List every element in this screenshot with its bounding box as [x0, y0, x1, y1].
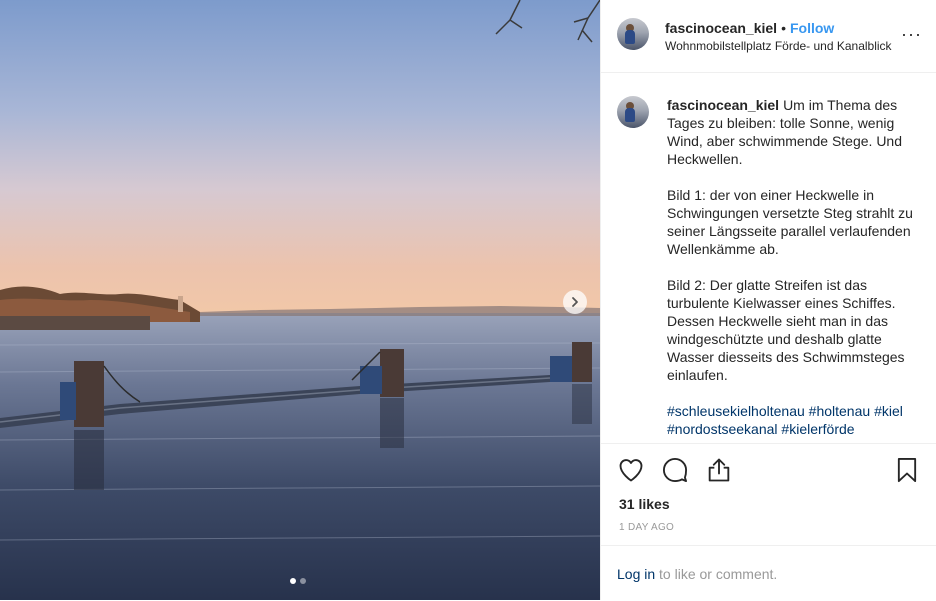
- next-slide-button[interactable]: [563, 290, 587, 314]
- post-header: fascinocean_kiel • Follow Wohnmobilstellpl…: [601, 0, 936, 73]
- caption-text-2: Bild 1: der von einer Heckwelle in Schwi…: [667, 187, 913, 257]
- hashtag-link[interactable]: #nordostseekanal: [667, 421, 778, 437]
- caption-hashtags: #schleusekielholtenau #holtenau #kiel #n…: [667, 402, 923, 438]
- hashtag-link[interactable]: #kielerförde: [781, 421, 854, 437]
- avatar[interactable]: [617, 18, 649, 50]
- hashtag-link[interactable]: #holtenau: [809, 403, 871, 419]
- harbor-sunset-image: [0, 0, 600, 600]
- carousel-dot: [300, 578, 306, 584]
- post-caption: fascinocean_kiel Um im Thema des Tages zu…: [667, 96, 923, 442]
- login-line: Log in to like or comment.: [617, 566, 777, 582]
- share-icon: [708, 458, 730, 482]
- login-prompt: Log in to like or comment.: [601, 545, 936, 601]
- likes-count[interactable]: 31 likes: [619, 496, 670, 512]
- comment-icon: [662, 457, 688, 483]
- username-link[interactable]: fascinocean_kiel: [665, 20, 777, 36]
- heart-icon: [619, 459, 643, 482]
- post-timestamp[interactable]: 1 DAY AGO: [619, 522, 674, 533]
- caption-username[interactable]: fascinocean_kiel: [667, 97, 779, 113]
- comment-button[interactable]: [661, 456, 689, 484]
- post-photo[interactable]: [0, 0, 600, 600]
- login-link[interactable]: Log in: [617, 566, 655, 582]
- comments-area[interactable]: fascinocean_kiel Um im Thema des Tages zu…: [601, 72, 936, 442]
- caption-text-3: Bild 2: Der glatte Streifen ist das turb…: [667, 277, 905, 383]
- share-button[interactable]: [705, 456, 733, 484]
- hashtag-link[interactable]: #schleusekielholtenau: [667, 403, 805, 419]
- follow-button[interactable]: Follow: [790, 20, 834, 36]
- caption-avatar[interactable]: [617, 96, 649, 128]
- like-button[interactable]: [617, 456, 645, 484]
- login-prompt-text: to like or comment.: [655, 566, 778, 582]
- save-button[interactable]: [893, 456, 921, 484]
- post-side-panel: fascinocean_kiel • Follow Wohnmobilstellpl…: [600, 0, 936, 600]
- post-actions: 31 likes 1 DAY AGO: [601, 443, 936, 546]
- carousel-indicator: [290, 578, 306, 584]
- header-user-line: fascinocean_kiel • Follow: [665, 20, 834, 36]
- carousel-dot-active: [290, 578, 296, 584]
- bookmark-icon: [897, 457, 917, 483]
- hashtag-link[interactable]: #kiel: [874, 403, 903, 419]
- chevron-right-icon: [572, 297, 578, 307]
- separator-dot: •: [781, 20, 786, 36]
- more-options-icon[interactable]: ···: [901, 24, 922, 45]
- location-link[interactable]: Wohnmobilstellplatz Förde- und Kanalblic…: [665, 39, 892, 53]
